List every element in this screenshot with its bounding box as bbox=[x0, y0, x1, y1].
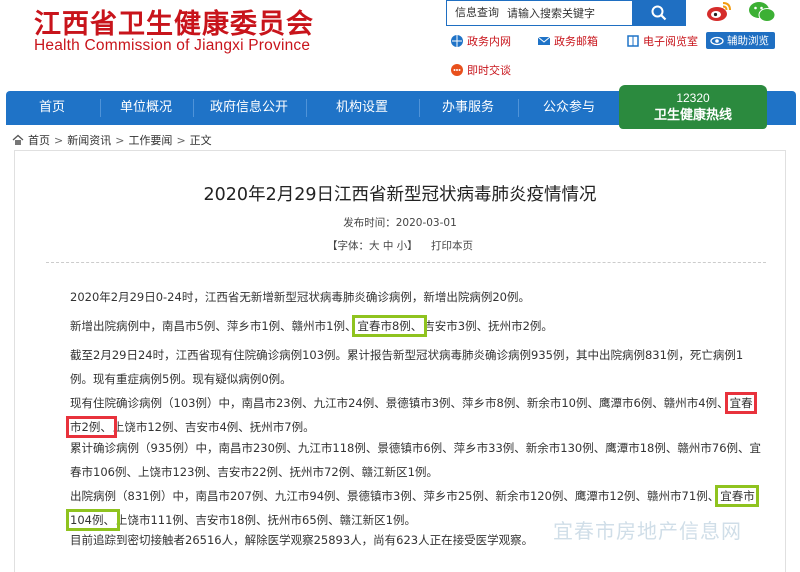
hotline-button[interactable]: 12320 卫生健康热线 bbox=[619, 85, 767, 129]
search-button[interactable] bbox=[632, 0, 686, 26]
paragraph-2-part-b: 吉安市3例、抚州市2例。 bbox=[423, 319, 553, 333]
weibo-icon[interactable] bbox=[706, 0, 732, 24]
site-header: 江西省卫生健康委员会 Health Commission of Jiangxi … bbox=[0, 0, 800, 92]
paragraph-6-part-b: 上饶市111例、吉安市18例、抚州市65例、赣江新区1例。 bbox=[115, 513, 416, 527]
breadcrumb-current: 正文 bbox=[189, 134, 212, 147]
eye-icon bbox=[710, 36, 724, 45]
watermark: 宜春市房地产信息网 bbox=[553, 519, 742, 543]
link-mailbox[interactable]: 政务邮箱 bbox=[537, 33, 598, 49]
paragraph-5: 累计确诊病例（935例）中，南昌市230例、九江市118例、景德镇市6例、萍乡市… bbox=[70, 441, 762, 479]
link-intranet[interactable]: 政务内网 bbox=[450, 33, 511, 49]
paragraph-6-part-a: 出院病例（831例）中，南昌市207例、九江市94例、景德镇市3例、萍乡市25例… bbox=[70, 489, 720, 503]
nav-participation[interactable]: 公众参与 bbox=[519, 91, 619, 125]
paragraph-4: 现有住院确诊病例（103例）中，南昌市23例、九江市24例、景德镇市3例、萍乡市… bbox=[44, 391, 764, 439]
hotline-label: 卫生健康热线 bbox=[653, 108, 732, 123]
breadcrumb-separator: > bbox=[115, 133, 125, 147]
publish-date: 发布时间：2020-03-01 bbox=[343, 217, 457, 229]
nav-home[interactable]: 首页 bbox=[6, 91, 98, 125]
paragraph-2-part-a: 新增出院病例中，南昌市5例、萍乡市1例、赣州市1例、 bbox=[70, 319, 357, 333]
article-title: 2020年2月29日江西省新型冠状病毒肺炎疫情情况 bbox=[203, 185, 597, 205]
breadcrumb-work-news[interactable]: 工作要闻 bbox=[128, 132, 172, 148]
link-reading-room-label: 电子阅览室 bbox=[643, 35, 698, 48]
link-accessibility[interactable]: 辅助浏览 bbox=[706, 32, 775, 49]
mail-icon bbox=[537, 36, 551, 45]
breadcrumb-home[interactable]: 首页 bbox=[28, 132, 50, 148]
breadcrumb-separator: > bbox=[54, 133, 64, 147]
paragraph-1: 2020年2月29日0-24时，江西省无新增新型冠状病毒肺炎确诊病例，新增出院病… bbox=[70, 290, 530, 304]
wechat-icon[interactable] bbox=[748, 0, 776, 24]
hotline-number: 12320 bbox=[676, 91, 710, 105]
link-chat[interactable]: 即时交谈 bbox=[450, 62, 511, 78]
font-size-small[interactable]: 小 bbox=[397, 240, 408, 252]
home-icon bbox=[12, 134, 24, 145]
font-size-label: 【字体： bbox=[326, 240, 369, 252]
site-title-cn[interactable]: 江西省卫生健康委员会 bbox=[34, 2, 314, 41]
nav-gov-info[interactable]: 政府信息公开 bbox=[194, 91, 304, 125]
article-tools: 【字体：大 中 小】 打印本页 bbox=[0, 238, 800, 253]
site-title-en[interactable]: Health Commission of Jiangxi Province bbox=[34, 37, 310, 55]
nav-services[interactable]: 办事服务 bbox=[420, 91, 516, 125]
font-size-large[interactable]: 大 bbox=[369, 240, 380, 252]
search-input[interactable] bbox=[507, 1, 633, 25]
paragraph-4-part-a: 现有住院确诊病例（103例）中，南昌市23例、九江市24例、景德镇市3例、萍乡市… bbox=[70, 396, 729, 410]
nav-departments[interactable]: 机构设置 bbox=[307, 91, 417, 125]
breadcrumb: 首页 > 新闻资讯 > 工作要闻 > 正文 bbox=[12, 132, 212, 148]
search-icon bbox=[651, 5, 667, 21]
book-icon bbox=[627, 35, 639, 47]
link-reading-room[interactable]: 电子阅览室 bbox=[626, 33, 698, 49]
breadcrumb-news[interactable]: 新闻资讯 bbox=[67, 132, 111, 148]
chat-icon bbox=[451, 64, 463, 76]
link-intranet-label: 政务内网 bbox=[467, 35, 511, 48]
font-size-close: 】 bbox=[407, 240, 418, 252]
paragraph-3: 截至2月29日24时，江西省现有住院确诊病例103例。累计报告新型冠状病毒肺炎确… bbox=[70, 348, 744, 386]
globe-icon bbox=[451, 35, 463, 47]
breadcrumb-separator: > bbox=[176, 133, 186, 147]
font-size-medium[interactable]: 中 bbox=[383, 240, 394, 252]
link-mailbox-label: 政务邮箱 bbox=[554, 35, 598, 48]
search-label: 信息查询 bbox=[455, 6, 499, 19]
link-accessibility-label: 辅助浏览 bbox=[727, 35, 769, 47]
article-divider bbox=[46, 262, 766, 263]
link-chat-label: 即时交谈 bbox=[467, 64, 511, 77]
paragraph-2: 新增出院病例中，南昌市5例、萍乡市1例、赣州市1例、宜春市8例、吉安市3例、抚州… bbox=[44, 314, 764, 338]
nav-about[interactable]: 单位概况 bbox=[101, 91, 191, 125]
highlight-yichun-discharged: 宜春市8例、 bbox=[352, 315, 428, 337]
print-button[interactable]: 打印本页 bbox=[431, 240, 473, 252]
search-box: 信息查询 bbox=[446, 0, 686, 26]
paragraph-4-part-b: 上饶市12例、吉安市4例、抚州市7例。 bbox=[112, 420, 315, 434]
